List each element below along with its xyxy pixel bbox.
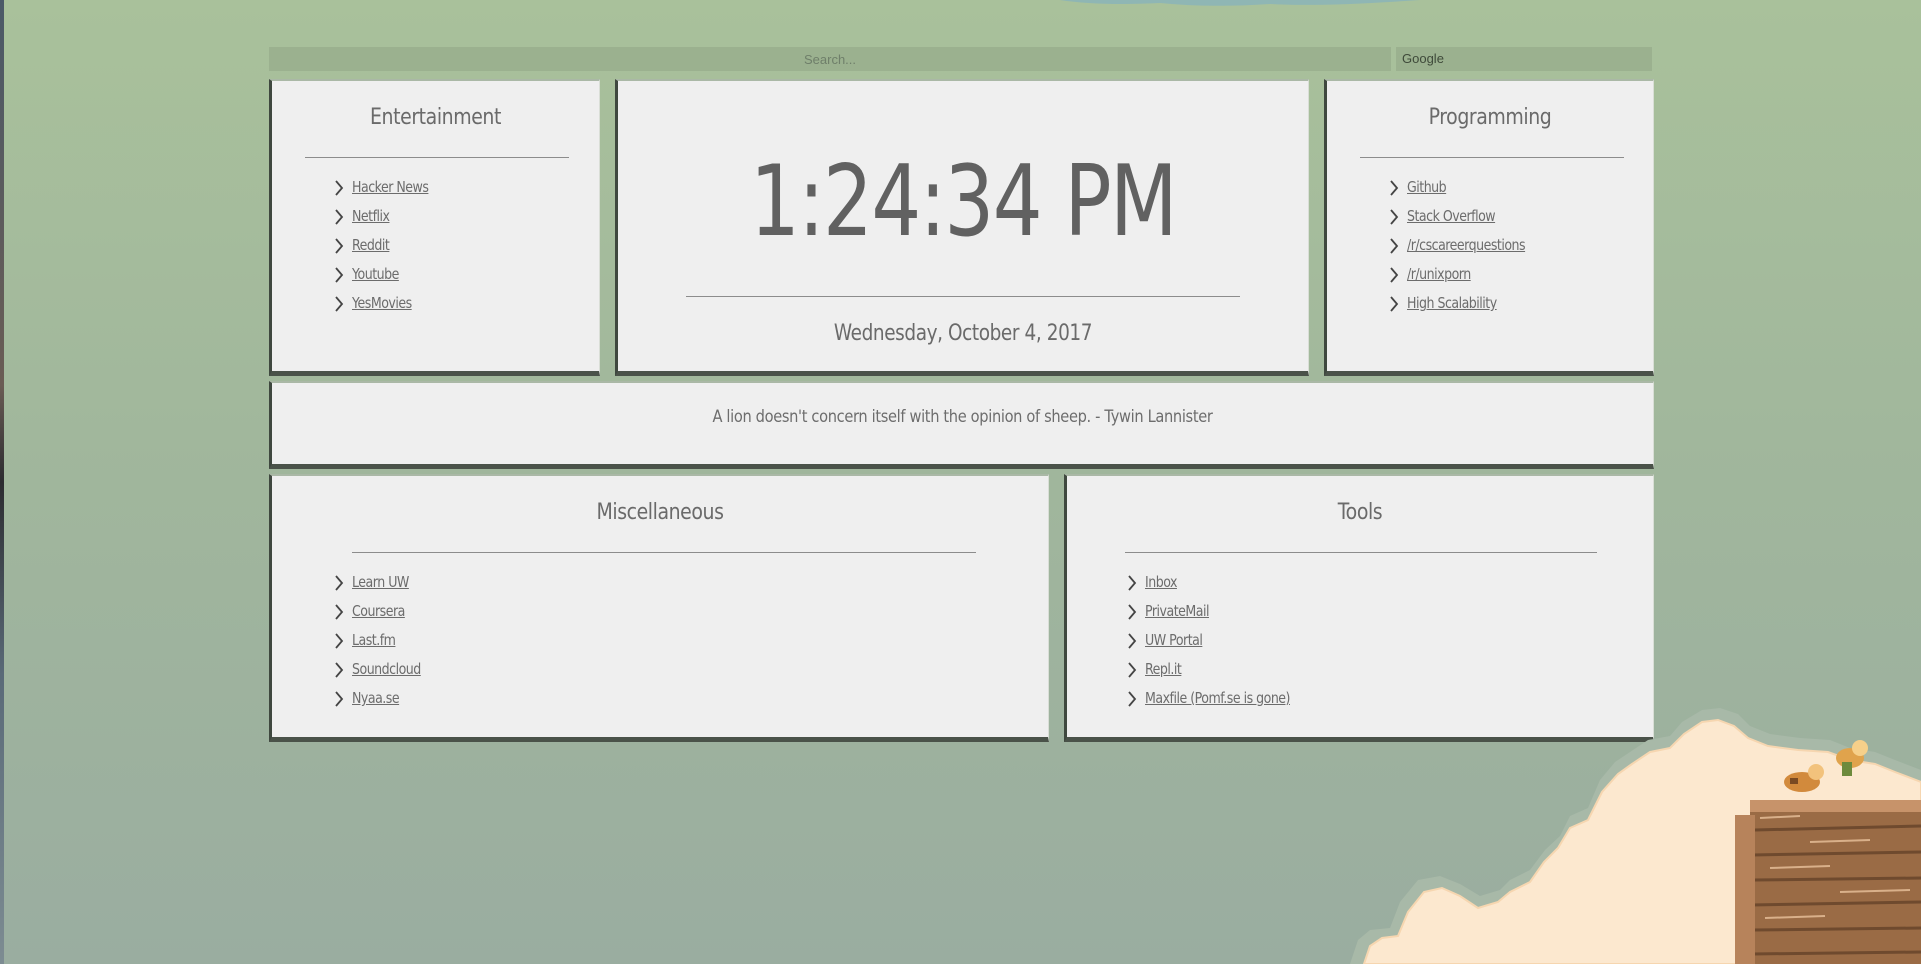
list-item: Github [1387, 175, 1548, 204]
desktop-background: Google Entertainment Hacker News Netflix… [0, 0, 1921, 964]
link-repl-it[interactable]: Repl.it [1145, 657, 1182, 681]
link-netflix[interactable]: Netflix [352, 204, 390, 228]
link-nyaa[interactable]: Nyaa.se [352, 686, 400, 710]
list-item: Netflix [332, 204, 443, 233]
link-coursera[interactable]: Coursera [352, 599, 405, 623]
list-item: PrivateMail [1125, 599, 1318, 628]
list-item: YesMovies [332, 291, 443, 320]
search-engine-select[interactable]: Google [1396, 47, 1652, 71]
chevron-right-icon [1128, 604, 1137, 620]
link-unixporn[interactable]: /r/unixporn [1407, 262, 1471, 286]
chevron-right-icon [335, 662, 344, 678]
list-item: Hacker News [332, 175, 443, 204]
programming-card: Programming Github Stack Overflow /r/csc… [1324, 79, 1654, 376]
chevron-right-icon [335, 238, 344, 254]
window-edge [0, 0, 4, 964]
list-item: Inbox [1125, 570, 1318, 599]
divider [686, 296, 1240, 297]
link-yesmovies[interactable]: YesMovies [352, 291, 412, 315]
link-stack-overflow[interactable]: Stack Overflow [1407, 204, 1496, 228]
card-title: Miscellaneous [596, 500, 724, 525]
divider [352, 552, 976, 553]
link-learn-uw[interactable]: Learn UW [352, 570, 409, 594]
list-item: UW Portal [1125, 628, 1318, 657]
chevron-right-icon [1390, 209, 1399, 225]
list-item: /r/unixporn [1387, 262, 1548, 291]
list-item: Stack Overflow [1387, 204, 1548, 233]
chevron-right-icon [1390, 238, 1399, 254]
background-art-top [1060, 0, 1420, 6]
link-github[interactable]: Github [1407, 175, 1447, 199]
divider [1360, 157, 1624, 158]
list-item: Nyaa.se [332, 686, 434, 715]
link-inbox[interactable]: Inbox [1145, 570, 1177, 594]
chevron-right-icon [335, 575, 344, 591]
list-item: Soundcloud [332, 657, 434, 686]
quote-text: A lion doesn't concern itself with the o… [712, 407, 1213, 427]
miscellaneous-card: Miscellaneous Learn UW Coursera Last.fm … [269, 474, 1049, 742]
chevron-right-icon [1128, 662, 1137, 678]
chevron-right-icon [1128, 575, 1137, 591]
link-cscareerquestions[interactable]: /r/cscareerquestions [1407, 233, 1526, 257]
entertainment-card: Entertainment Hacker News Netflix Reddit… [269, 79, 600, 376]
link-youtube[interactable]: Youtube [352, 262, 399, 286]
chevron-right-icon [1128, 633, 1137, 649]
card-title: Entertainment [370, 105, 501, 130]
list-item: High Scalability [1387, 291, 1548, 320]
tools-links: Inbox PrivateMail UW Portal Repl.it Maxf… [1125, 570, 1318, 715]
quote-card: A lion doesn't concern itself with the o… [269, 381, 1654, 469]
search-input[interactable] [269, 47, 1391, 71]
clock-card: 1:24:34 PM Wednesday, October 4, 2017 [615, 79, 1309, 376]
clock-date: Wednesday, October 4, 2017 [833, 321, 1093, 346]
chevron-right-icon [335, 180, 344, 196]
chevron-right-icon [335, 604, 344, 620]
background-cloud-art [1350, 708, 1921, 964]
list-item: Coursera [332, 599, 434, 628]
chevron-right-icon [335, 691, 344, 707]
link-soundcloud[interactable]: Soundcloud [352, 657, 421, 681]
link-hacker-news[interactable]: Hacker News [352, 175, 429, 199]
list-item: Youtube [332, 262, 443, 291]
link-privatemail[interactable]: PrivateMail [1145, 599, 1209, 623]
divider [305, 157, 569, 158]
chevron-right-icon [335, 633, 344, 649]
link-maxfile[interactable]: Maxfile (Pomf.se is gone) [1145, 686, 1290, 710]
link-last-fm[interactable]: Last.fm [352, 628, 396, 652]
link-high-scalability[interactable]: High Scalability [1407, 291, 1497, 315]
chevron-right-icon [1390, 180, 1399, 196]
chevron-right-icon [1390, 296, 1399, 312]
miscellaneous-links: Learn UW Coursera Last.fm Soundcloud Nya… [332, 570, 434, 715]
divider [1125, 552, 1597, 553]
search-bar: Google [269, 47, 1652, 71]
list-item: Last.fm [332, 628, 434, 657]
list-item: Repl.it [1125, 657, 1318, 686]
list-item: Learn UW [332, 570, 434, 599]
entertainment-links: Hacker News Netflix Reddit Youtube YesMo… [332, 175, 443, 320]
card-title: Tools [1337, 500, 1383, 525]
programming-links: Github Stack Overflow /r/cscareerquestio… [1387, 175, 1548, 320]
chevron-right-icon [1128, 691, 1137, 707]
list-item: Maxfile (Pomf.se is gone) [1125, 686, 1318, 715]
clock-time: 1:24:34 PM [749, 145, 1178, 259]
list-item: Reddit [332, 233, 443, 262]
link-reddit[interactable]: Reddit [352, 233, 390, 257]
chevron-right-icon [335, 296, 344, 312]
link-uw-portal[interactable]: UW Portal [1145, 628, 1203, 652]
chevron-right-icon [1390, 267, 1399, 283]
card-title: Programming [1428, 105, 1552, 130]
list-item: /r/cscareerquestions [1387, 233, 1548, 262]
chevron-right-icon [335, 209, 344, 225]
chevron-right-icon [335, 267, 344, 283]
